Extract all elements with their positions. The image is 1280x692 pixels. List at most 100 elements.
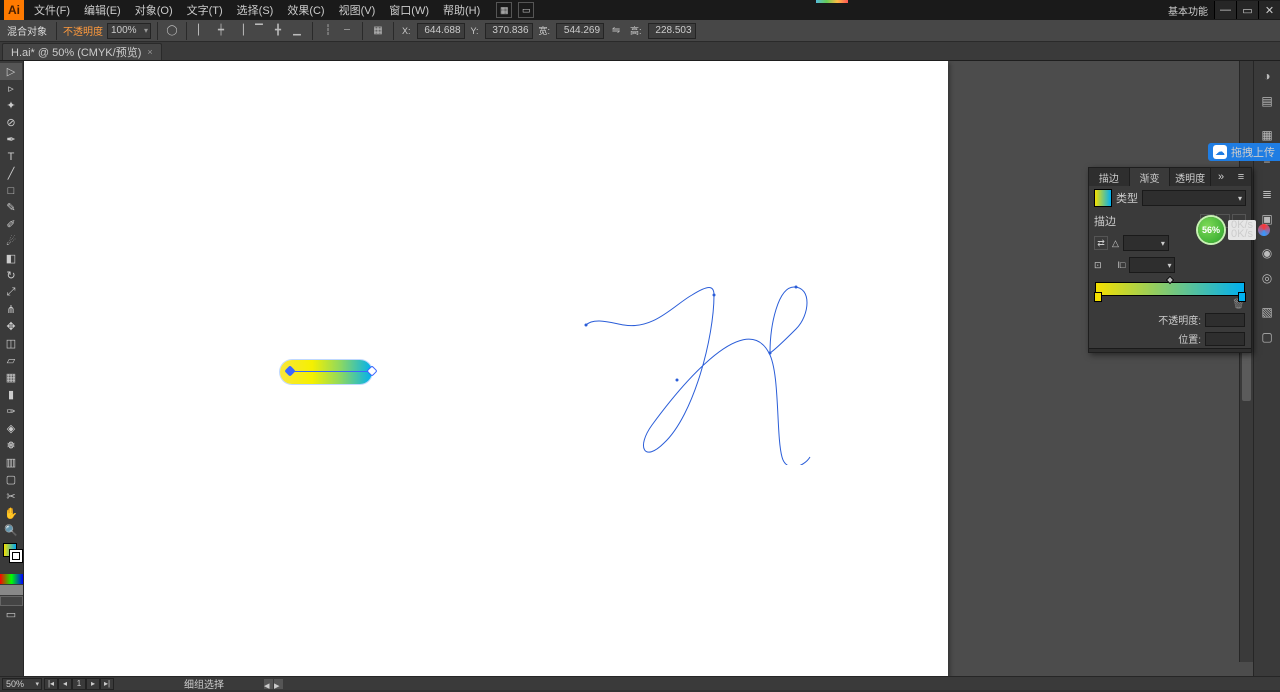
align-hcenter-icon[interactable]: ┿: [212, 23, 230, 39]
menu-window[interactable]: 窗口(W): [383, 0, 435, 20]
stop-opacity-input[interactable]: [1205, 313, 1245, 327]
angle-input[interactable]: [1123, 235, 1169, 251]
artboard-number[interactable]: 1: [72, 678, 86, 690]
upload-tag[interactable]: ☁ 拖拽上传: [1208, 143, 1280, 161]
width-tool[interactable]: ⋔: [0, 301, 22, 318]
gradient-annotator[interactable]: [278, 371, 376, 372]
artboard[interactable]: [24, 61, 948, 676]
aspect-input[interactable]: [1129, 257, 1175, 273]
y-input[interactable]: 370.836: [485, 23, 533, 39]
transform-ref-icon[interactable]: ▦: [369, 23, 387, 39]
magic-wand-tool[interactable]: ✦: [0, 97, 22, 114]
gradient-swatch[interactable]: [1094, 189, 1112, 207]
paintbrush-tool[interactable]: ✎: [0, 199, 22, 216]
artboard-last-icon[interactable]: ▸|: [100, 678, 114, 690]
panel-menu-icon[interactable]: ≡: [1231, 168, 1251, 186]
panel-symbols-icon[interactable]: ≣: [1254, 183, 1280, 205]
zoom-tool[interactable]: 🔍: [0, 522, 22, 539]
horizontal-scrollbar[interactable]: ◂▸: [264, 679, 283, 689]
fill-stroke-swatch[interactable]: [0, 542, 23, 570]
selection-tool[interactable]: ▷: [0, 63, 22, 80]
width-input[interactable]: 544.269: [556, 23, 604, 39]
maximize-button[interactable]: ▭: [1236, 1, 1258, 19]
panel-color-icon[interactable]: ◑: [1254, 65, 1280, 87]
align-left-icon[interactable]: ▏: [193, 23, 211, 39]
rotate-tool[interactable]: ↻: [0, 267, 22, 284]
free-transform-tool[interactable]: ✥: [0, 318, 22, 335]
eraser-tool[interactable]: ◧: [0, 250, 22, 267]
panel-swatches-icon[interactable]: ▤: [1254, 90, 1280, 112]
gradient-stop-right[interactable]: [1238, 292, 1246, 302]
mesh-tool[interactable]: ▦: [0, 369, 22, 386]
eyedropper-tool[interactable]: ✑: [0, 403, 22, 420]
blob-brush-tool[interactable]: ☄: [0, 233, 22, 250]
dist-v-icon[interactable]: ┄: [338, 23, 356, 39]
pen-tool[interactable]: ✒: [0, 131, 22, 148]
menu-help[interactable]: 帮助(H): [437, 0, 486, 20]
gradient-slider[interactable]: [1095, 282, 1245, 296]
link-wh-icon[interactable]: ⇋: [608, 23, 624, 39]
align-right-icon[interactable]: ▕: [231, 23, 249, 39]
recolor-icon[interactable]: ◯: [164, 23, 180, 39]
layout-icon[interactable]: ▦: [496, 2, 512, 18]
dist-h-icon[interactable]: ┆: [319, 23, 337, 39]
align-bottom-icon[interactable]: ▁: [288, 23, 306, 39]
menu-select[interactable]: 选择(S): [231, 0, 280, 20]
slice-tool[interactable]: ✂: [0, 488, 22, 505]
lasso-tool[interactable]: ⊘: [0, 114, 22, 131]
menu-file[interactable]: 文件(F): [28, 0, 76, 20]
artboard-next-icon[interactable]: ▸: [86, 678, 100, 690]
workspace-switcher[interactable]: 基本功能: [1168, 3, 1208, 18]
minimize-button[interactable]: —: [1214, 1, 1236, 19]
hand-tool[interactable]: ✋: [0, 505, 22, 522]
tab-close-icon[interactable]: ×: [147, 47, 152, 57]
menu-effect[interactable]: 效果(C): [281, 0, 330, 20]
symbol-sprayer-tool[interactable]: ❅: [0, 437, 22, 454]
panel-artboards-icon[interactable]: ▢: [1254, 326, 1280, 348]
menu-view[interactable]: 视图(V): [333, 0, 382, 20]
pencil-tool[interactable]: ✐: [0, 216, 22, 233]
cursive-path[interactable]: [564, 225, 824, 465]
align-vcenter-icon[interactable]: ╋: [269, 23, 287, 39]
document-tab[interactable]: H.ai* @ 50% (CMYK/预览) ×: [2, 43, 162, 60]
zoom-select[interactable]: 50%: [2, 678, 42, 690]
close-button[interactable]: ✕: [1258, 1, 1280, 19]
scale-tool[interactable]: ⤢: [0, 284, 22, 301]
perspective-tool[interactable]: ▱: [0, 352, 22, 369]
opacity-input[interactable]: 100%: [107, 23, 151, 39]
type-tool[interactable]: T: [0, 148, 22, 165]
panel-graphic-styles-icon[interactable]: ◎: [1254, 267, 1280, 289]
panel-layers-icon[interactable]: ▧: [1254, 301, 1280, 323]
rectangle-tool[interactable]: □: [0, 182, 22, 199]
panel-resize-handle[interactable]: [1089, 348, 1251, 352]
reverse-gradient-icon[interactable]: ⇄: [1094, 236, 1108, 250]
gradient-type-select[interactable]: [1142, 190, 1246, 206]
stop-location-input[interactable]: [1205, 332, 1245, 346]
menu-type[interactable]: 文字(T): [181, 0, 229, 20]
column-graph-tool[interactable]: ▥: [0, 454, 22, 471]
artboard-prev-icon[interactable]: ◂: [58, 678, 72, 690]
gradient-stop-left[interactable]: [1094, 292, 1102, 302]
gradient-tool[interactable]: ▮: [0, 386, 22, 403]
network-widget[interactable]: 56% 0K/s0K/s: [1198, 217, 1270, 243]
blend-tool[interactable]: ◈: [0, 420, 22, 437]
direct-selection-tool[interactable]: ▹: [0, 80, 22, 97]
shape-builder-tool[interactable]: ◫: [0, 335, 22, 352]
line-tool[interactable]: ╱: [0, 165, 22, 182]
panel-appearance-icon[interactable]: ◉: [1254, 242, 1280, 264]
gradient-midpoint[interactable]: [1166, 276, 1174, 284]
arrange-icon[interactable]: ▭: [518, 2, 534, 18]
artboard-tool[interactable]: ▢: [0, 471, 22, 488]
artboard-first-icon[interactable]: |◂: [44, 678, 58, 690]
draw-modes[interactable]: [0, 574, 23, 606]
height-input[interactable]: 228.503: [648, 23, 696, 39]
menu-object[interactable]: 对象(O): [129, 0, 179, 20]
panel-tab-stroke[interactable]: 描边: [1089, 168, 1130, 186]
panel-tab-transparency[interactable]: 透明度: [1170, 168, 1211, 186]
canvas-area[interactable]: [24, 61, 1253, 676]
screen-mode-tool[interactable]: ▭: [0, 606, 22, 623]
x-input[interactable]: 644.688: [417, 23, 465, 39]
panel-collapse-icon[interactable]: »: [1211, 168, 1231, 186]
menu-edit[interactable]: 编辑(E): [78, 0, 127, 20]
panel-tab-gradient[interactable]: 渐变: [1130, 168, 1171, 186]
